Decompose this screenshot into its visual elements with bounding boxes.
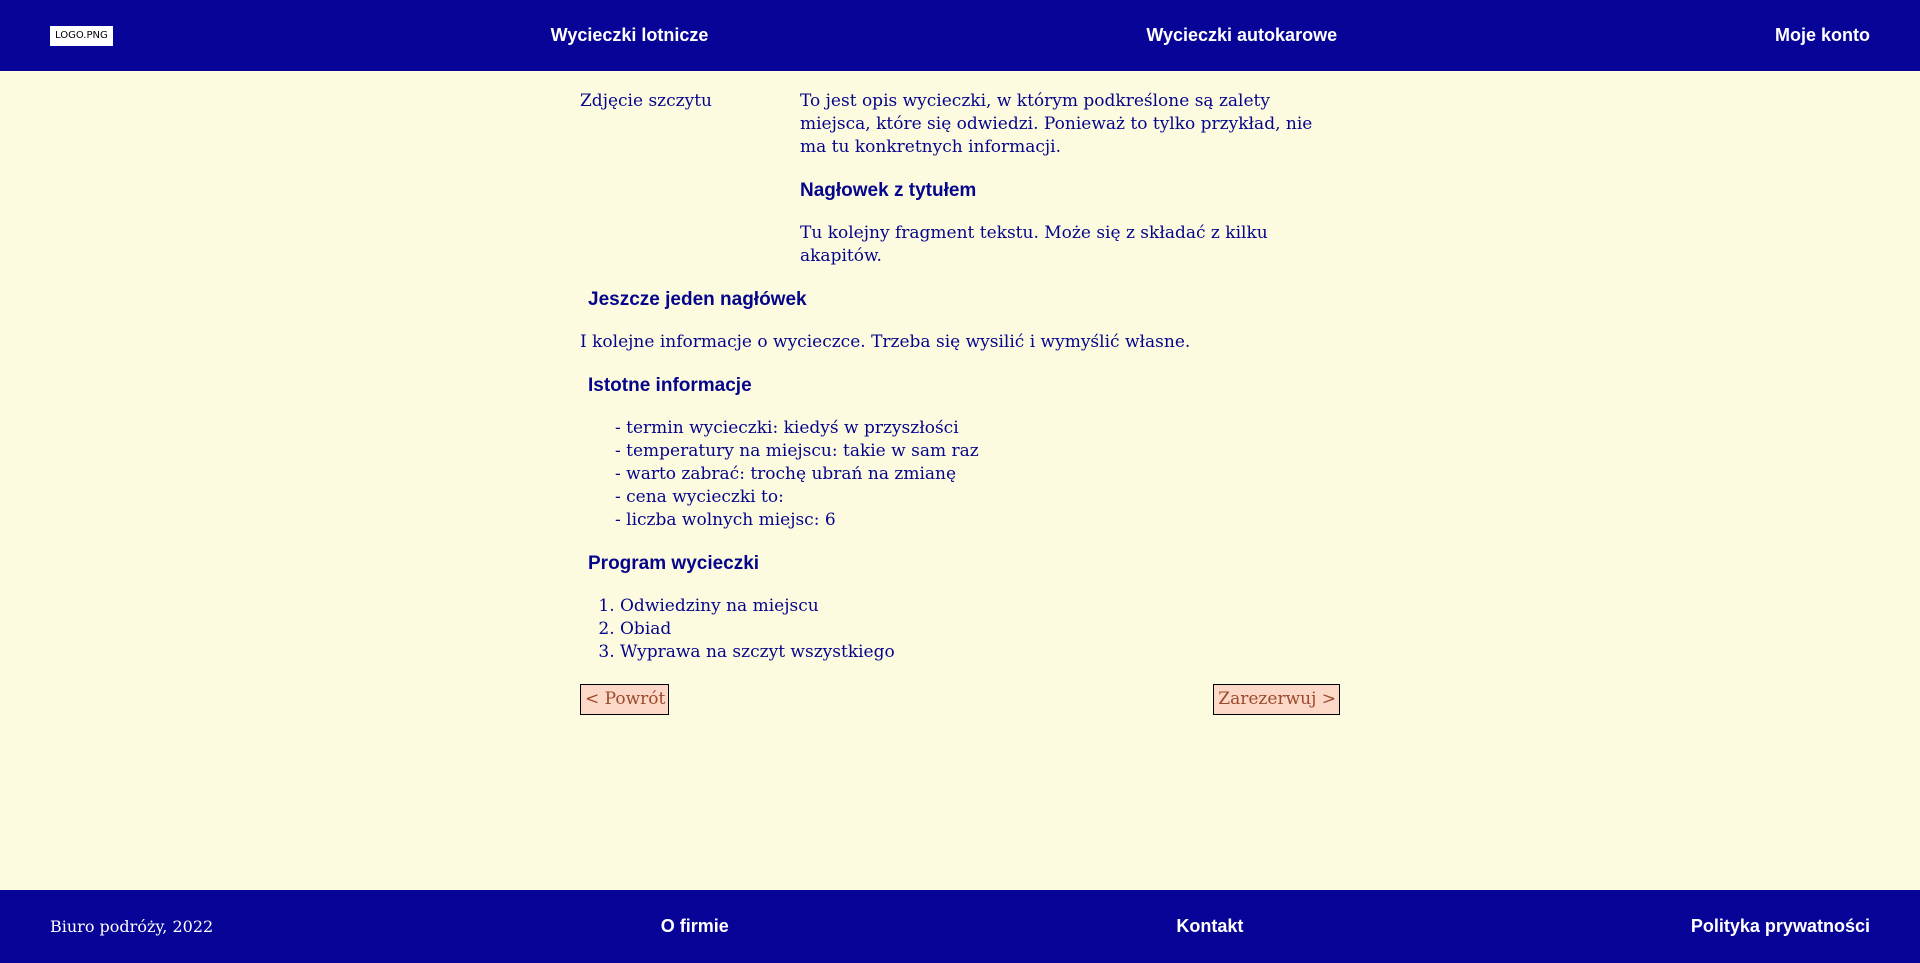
trip-program-list: Odwiedziny na miejscu Obiad Wyprawa na s…: [580, 595, 1340, 664]
summit-photo: Zdjęcie szczytu: [580, 91, 712, 111]
info-item-price: - cena wycieczki to:: [615, 487, 784, 507]
info-item-date: - termin wycieczki: kiedyś w przyszłości: [615, 418, 959, 438]
important-info-list: - termin wycieczki: kiedyś w przyszłości…: [580, 417, 1340, 532]
footer-link-about[interactable]: O firmie: [661, 916, 729, 937]
logo[interactable]: LOGO.PNG: [50, 25, 113, 46]
section-heading-program: Program wycieczki: [588, 553, 760, 574]
section-heading-title: Nagłowek z tytułem: [800, 180, 977, 201]
intro-text: To jest opis wycieczki, w którym podkreś…: [800, 90, 1340, 288]
footer-link-contact[interactable]: Kontakt: [1176, 916, 1243, 937]
section-paragraph-more-info: I kolejne informacje o wycieczce. Trzeba…: [580, 332, 1191, 352]
footer-link-privacy[interactable]: Polityka prywatności: [1691, 916, 1870, 937]
back-button[interactable]: < Powrót: [580, 684, 670, 715]
program-item: Obiad: [620, 618, 1340, 641]
footer-copyright: Biuro podróży, 2022: [50, 917, 214, 936]
trip-intro: Zdjęcie szczytu To jest opis wycieczki, …: [580, 90, 1340, 288]
trip-description: To jest opis wycieczki, w którym podkreś…: [800, 91, 1313, 157]
footer: Biuro podróży, 2022 O firmie Kontakt Pol…: [0, 890, 1920, 963]
program-item: Odwiedziny na miejscu: [620, 595, 1340, 618]
section-heading-important-info: Istotne informacje: [588, 375, 752, 396]
nav-link-my-account[interactable]: Moje konto: [1775, 25, 1870, 46]
book-button[interactable]: Zarezerwuj >: [1213, 684, 1340, 715]
section-heading-another: Jeszcze jeden nagłówek: [588, 289, 807, 310]
nav-link-flight-trips[interactable]: Wycieczki lotnicze: [551, 25, 709, 46]
action-buttons: < Powrót Zarezerwuj >: [580, 684, 1340, 715]
info-item-what-to-take: - warto zabrać: trochę ubrań na zmianę: [615, 464, 957, 484]
section-paragraph: Tu kolejny fragment tekstu. Może się z s…: [800, 223, 1268, 266]
info-item-free-seats: - liczba wolnych miejsc: 6: [615, 510, 836, 530]
nav-link-bus-trips[interactable]: Wycieczki autokarowe: [1146, 25, 1337, 46]
program-item: Wyprawa na szczyt wszystkiego: [620, 641, 1340, 664]
top-navbar: LOGO.PNG Wycieczki lotnicze Wycieczki au…: [0, 0, 1920, 71]
info-item-temperature: - temperatury na miejscu: takie w sam ra…: [615, 441, 979, 461]
trip-details: Zdjęcie szczytu To jest opis wycieczki, …: [580, 90, 1340, 715]
